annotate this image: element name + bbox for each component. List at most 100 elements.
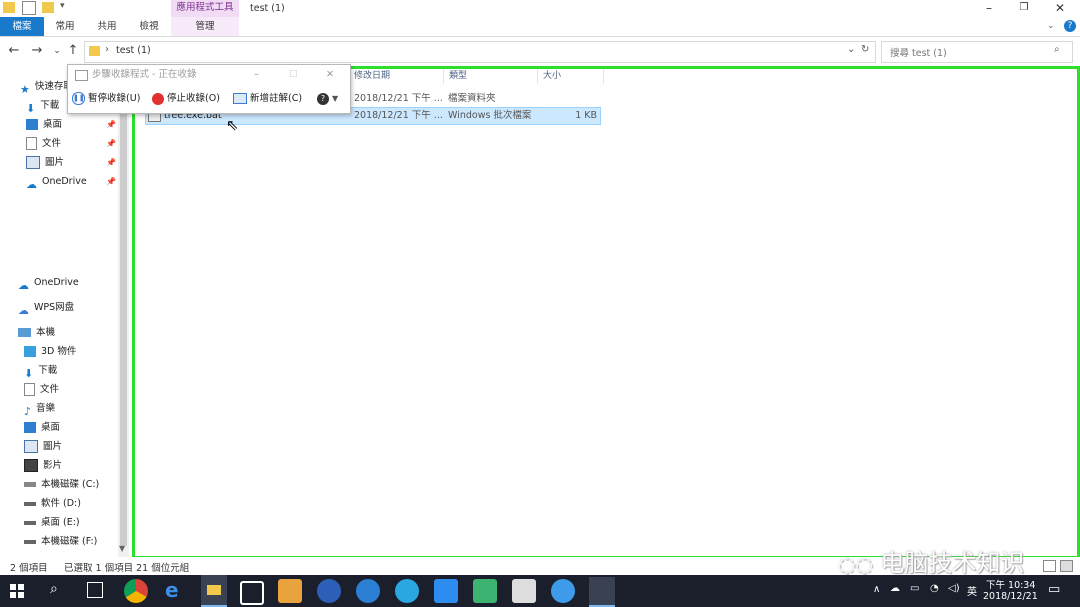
forward-icon[interactable]: → [28, 42, 46, 60]
comment-icon [233, 93, 247, 104]
steps-recorder-taskbar-icon[interactable] [589, 577, 615, 607]
up-icon[interactable]: ↑ [64, 42, 82, 60]
stop-recording-button[interactable]: 停止收錄(O) [152, 90, 220, 108]
item-count: 2 個項目 [10, 563, 48, 574]
nav-scrollbar-thumb[interactable] [120, 76, 127, 546]
onedrive-tray-icon[interactable]: ☁ [890, 583, 900, 594]
sidebar-item-3d-objects[interactable]: 3D 物件 [24, 343, 76, 361]
cloud-outline-icon: ☁ [18, 304, 29, 317]
breadcrumb-chevron-icon[interactable]: › [105, 44, 109, 55]
pause-recording-button[interactable]: ❚❚ 暫停收錄(U) [72, 90, 140, 108]
sidebar-item-label: 本機磁碟 (C:) [41, 479, 100, 490]
sidebar-item-downloads[interactable]: ⬇ 下載 [26, 97, 59, 115]
store-icon[interactable] [240, 581, 264, 605]
search-icon[interactable]: ⌕ [50, 581, 58, 597]
q-browser-icon[interactable] [395, 579, 419, 603]
search-input[interactable]: 搜尋 test (1) ⌕ [881, 41, 1073, 63]
properties-icon[interactable] [22, 1, 36, 15]
clock-time[interactable]: 下午 10:34 [986, 577, 1035, 591]
sidebar-item-desktop[interactable]: 桌面 📌 [26, 116, 116, 134]
sidebar-item-documents-pc[interactable]: 文件 [24, 381, 59, 399]
tab-view[interactable]: 檢視 [134, 17, 164, 36]
taskbar: ⌕ e ∧ ☁ ▭ ◔ ◁) 英 下午 10:34 2018/12/21 ▭ [0, 575, 1080, 607]
sidebar-item-label: 軟件 (D:) [41, 498, 81, 509]
ribbon-expand-icon[interactable]: ⌄ [1047, 21, 1055, 31]
tab-manage[interactable]: 管理 [171, 17, 239, 36]
media-player-icon[interactable] [278, 579, 302, 603]
steps-recorder-window: 步驟收錄程式 - 正在收錄 – ☐ ✕ ❚❚ 暫停收錄(U) 停止收錄(O) 新… [67, 64, 351, 114]
recorder-title: 步驟收錄程式 - 正在收錄 [92, 69, 197, 80]
sidebar-item-label: 下載 [40, 100, 60, 111]
show-hidden-icons-icon[interactable]: ∧ [873, 584, 880, 595]
battery-icon[interactable]: ▭ [910, 583, 919, 594]
restore-icon[interactable]: ❐ [1005, 0, 1043, 17]
network-icon[interactable]: ◔ [930, 583, 939, 594]
sidebar-item-drive-c[interactable]: 本機磁碟 (C:) [24, 476, 99, 494]
help-icon[interactable]: ? [1064, 20, 1076, 32]
clock-date[interactable]: 2018/12/21 [983, 591, 1038, 602]
file-explorer-icon[interactable] [201, 575, 227, 607]
chrome-icon[interactable] [124, 579, 148, 603]
sidebar-item-downloads-pc[interactable]: ⬇ 下載 [24, 362, 57, 380]
quick-access-dropdown-icon[interactable]: ▾ [60, 1, 65, 11]
sidebar-item-music[interactable]: ♪ 音樂 [24, 400, 55, 418]
sidebar-item-pictures[interactable]: 圖片 📌 [26, 154, 116, 172]
recorder-close-icon[interactable]: ✕ [326, 65, 334, 85]
help-menu-button[interactable]: ? ▼ [317, 90, 338, 108]
notifications-icon[interactable]: ▭ [1048, 582, 1060, 597]
start-windows-icon[interactable] [10, 584, 24, 598]
sogou-icon[interactable] [551, 579, 575, 603]
minimize-icon[interactable]: – [970, 0, 1008, 17]
sidebar-item-label: 桌面 (E:) [41, 517, 80, 528]
address-bar[interactable]: › test (1) ⌄ ↻ [84, 41, 876, 63]
sidebar-item-label: 本機磁碟 (F:) [41, 536, 98, 547]
sidebar-item-wps[interactable]: ☁ WPS网盘 [18, 299, 74, 317]
breadcrumb[interactable]: test (1) [116, 45, 151, 56]
address-dropdown-icon[interactable]: ⌄ [847, 44, 855, 55]
app-icon[interactable] [434, 579, 458, 603]
details-view-icon[interactable] [1043, 560, 1056, 572]
sidebar-item-onedrive-quick[interactable]: ☁ OneDrive 📌 [26, 173, 116, 191]
ribbon-tabs: 檔案 常用 共用 檢視 管理 ⌄ ? [0, 17, 1080, 37]
sidebar-item-videos[interactable]: 影片 [24, 457, 62, 475]
task-view-icon[interactable] [87, 582, 103, 598]
sidebar-item-onedrive[interactable]: ☁ OneDrive [18, 274, 79, 292]
desktop-icon [26, 119, 38, 130]
search-icon[interactable]: ⌕ [1054, 44, 1060, 55]
steps-recorder-titlebar[interactable]: 步驟收錄程式 - 正在收錄 – ☐ ✕ [68, 65, 350, 85]
pause-icon: ❚❚ [72, 92, 85, 105]
close-icon[interactable]: ✕ [1041, 0, 1079, 17]
sidebar-item-documents[interactable]: 文件 📌 [26, 135, 116, 153]
baidu-icon[interactable] [317, 579, 341, 603]
recorder-maximize-icon: ☐ [289, 69, 298, 80]
tab-share[interactable]: 共用 [92, 17, 122, 36]
edge-icon[interactable]: e [165, 578, 179, 602]
volume-icon[interactable]: ◁) [948, 583, 960, 594]
drive-icon [24, 501, 36, 506]
new-folder-icon[interactable] [42, 2, 54, 13]
add-comment-button[interactable]: 新增註解(C) [233, 90, 302, 108]
play-icon[interactable] [473, 579, 497, 603]
sidebar-item-drive-e[interactable]: 桌面 (E:) [24, 514, 80, 532]
ime-indicator[interactable]: 英 [967, 583, 977, 598]
large-icons-view-icon[interactable] [1060, 560, 1073, 572]
scroll-down-icon[interactable]: ▼ [119, 544, 125, 553]
sidebar-item-drive-d[interactable]: 軟件 (D:) [24, 495, 81, 513]
tab-home[interactable]: 常用 [50, 17, 80, 36]
mail-icon[interactable] [512, 579, 536, 603]
recorder-minimize-icon[interactable]: – [254, 65, 259, 85]
refresh-icon[interactable]: ↻ [861, 44, 869, 55]
drive-icon [24, 539, 36, 544]
back-icon[interactable]: ← [5, 42, 23, 60]
pin-icon: 📌 [106, 120, 116, 129]
sidebar-item-this-pc[interactable]: 本機 [18, 324, 55, 342]
sidebar-item-label: 圖片 [45, 157, 65, 168]
sidebar-item-quick-access[interactable]: ★ 快速存取 [20, 78, 73, 96]
drive-icon [24, 520, 36, 525]
tab-file[interactable]: 檔案 [0, 17, 44, 36]
sidebar-item-desktop-pc[interactable]: 桌面 [24, 419, 60, 437]
kugou-icon[interactable] [356, 579, 380, 603]
sidebar-item-pictures-pc[interactable]: 圖片 [24, 438, 62, 456]
sidebar-item-drive-f[interactable]: 本機磁碟 (F:) [24, 533, 97, 551]
sidebar-item-label: 文件 [40, 384, 60, 395]
